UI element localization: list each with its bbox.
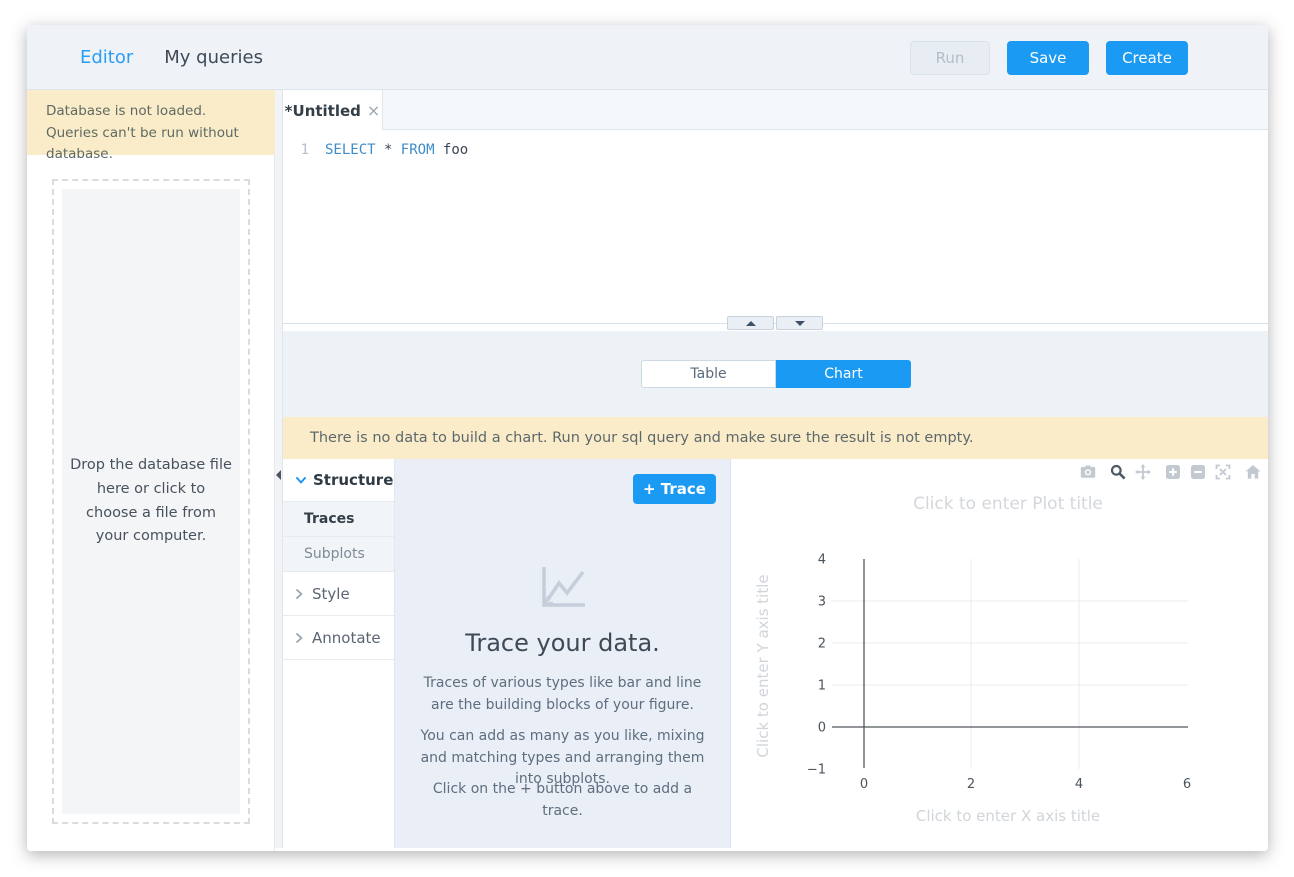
add-trace-button[interactable]: + Trace bbox=[633, 474, 716, 504]
database-dropzone-inner[interactable]: Drop the database file here or click to … bbox=[62, 189, 240, 814]
pan-icon[interactable] bbox=[1135, 464, 1151, 480]
menu-item-annotate[interactable]: Annotate bbox=[283, 616, 394, 660]
svg-text:6: 6 bbox=[1183, 777, 1191, 792]
svg-text:4: 4 bbox=[1075, 777, 1083, 792]
menu-label: Style bbox=[312, 585, 350, 603]
chevron-right-icon bbox=[296, 633, 303, 643]
home-icon[interactable] bbox=[1245, 464, 1261, 480]
zoom-out-icon[interactable] bbox=[1190, 464, 1206, 480]
menu-label: Annotate bbox=[312, 629, 381, 647]
run-button[interactable]: Run bbox=[910, 41, 990, 75]
page: Editor My queries Run Save Create Databa… bbox=[0, 0, 1294, 877]
result-view-toggle: Table Chart bbox=[641, 360, 911, 388]
tab-title: *Untitled bbox=[285, 102, 361, 120]
line-number: 1 bbox=[283, 142, 309, 158]
sql-editor[interactable]: 1 SELECT * FROM foo bbox=[283, 130, 1268, 323]
toggle-chart-button[interactable]: Chart bbox=[776, 360, 911, 388]
sql-keyword: SELECT bbox=[325, 142, 376, 158]
svg-text:3: 3 bbox=[818, 595, 826, 610]
plot-panel: Click to enter Plot title 4 bbox=[731, 459, 1268, 848]
gridlines bbox=[832, 559, 1188, 769]
autoscale-icon[interactable] bbox=[1215, 464, 1231, 480]
y-axis-ticks: 4 3 2 1 0 −1 bbox=[807, 553, 826, 778]
tab-untitled[interactable]: *Untitled × bbox=[283, 90, 383, 131]
svg-text:0: 0 bbox=[818, 721, 826, 736]
main-nav: Editor My queries bbox=[80, 25, 263, 90]
nav-my-queries-link[interactable]: My queries bbox=[164, 47, 263, 68]
zoom-in-icon[interactable] bbox=[1165, 464, 1181, 480]
header: Editor My queries Run Save Create bbox=[27, 25, 1268, 90]
modebar-group bbox=[1080, 464, 1096, 480]
svg-text:−1: −1 bbox=[807, 763, 826, 778]
camera-icon[interactable] bbox=[1080, 464, 1096, 480]
sql-star: * bbox=[384, 142, 392, 158]
tab-close-icon[interactable]: × bbox=[367, 101, 380, 120]
trace-heading: Trace your data. bbox=[395, 629, 730, 657]
save-button[interactable]: Save bbox=[1007, 41, 1089, 75]
dropzone-label: Drop the database file here or click to … bbox=[62, 454, 240, 550]
database-sidebar: Database is not loaded. Queries can't be… bbox=[27, 90, 275, 851]
menu-item-traces[interactable]: Traces bbox=[283, 502, 394, 537]
svg-text:1: 1 bbox=[818, 679, 826, 694]
builder-menu: Structure Traces Subplots Style Annotate bbox=[283, 459, 395, 848]
nav-editor-link[interactable]: Editor bbox=[80, 47, 133, 68]
traces-empty-panel: + Trace Trace your data. Traces of vario… bbox=[395, 459, 731, 848]
collapse-left-icon bbox=[276, 470, 281, 480]
svg-text:4: 4 bbox=[818, 553, 826, 568]
menu-label: Subplots bbox=[304, 546, 365, 562]
app-window: Editor My queries Run Save Create Databa… bbox=[27, 25, 1268, 851]
chevron-down-icon bbox=[296, 477, 306, 484]
plot-title-placeholder[interactable]: Click to enter Plot title bbox=[913, 494, 1103, 514]
code-line: 1 SELECT * FROM foo bbox=[283, 130, 1268, 158]
menu-item-style[interactable]: Style bbox=[283, 572, 394, 616]
result-panel: Table Chart bbox=[283, 331, 1268, 417]
sql-identifier: foo bbox=[443, 142, 468, 158]
y-axis-title-placeholder[interactable]: Click to enter Y axis title bbox=[754, 574, 772, 757]
toggle-table-button[interactable]: Table bbox=[641, 360, 776, 388]
plot-modebar bbox=[1080, 464, 1261, 480]
modebar-group bbox=[1165, 464, 1231, 480]
chart-no-data-warning: There is no data to build a chart. Run y… bbox=[283, 417, 1268, 459]
x-axis-ticks: 0 2 4 6 bbox=[860, 777, 1191, 792]
trace-paragraph: Click on the + button above to add a tra… bbox=[395, 779, 730, 822]
editor-tabbar: *Untitled × bbox=[283, 90, 1268, 130]
expand-editor-button[interactable] bbox=[727, 316, 774, 330]
menu-label: Structure bbox=[313, 471, 393, 489]
menu-label: Traces bbox=[304, 511, 355, 527]
chart-builder: Structure Traces Subplots Style Annotate bbox=[283, 459, 1268, 848]
create-button[interactable]: Create bbox=[1106, 41, 1188, 75]
database-warning: Database is not loaded. Queries can't be… bbox=[27, 90, 275, 155]
modebar-group bbox=[1110, 464, 1151, 480]
expand-results-button[interactable] bbox=[776, 316, 823, 330]
trace-paragraph: Traces of various types like bar and lin… bbox=[395, 673, 730, 716]
zoom-icon[interactable] bbox=[1110, 464, 1126, 480]
x-axis-title-placeholder[interactable]: Click to enter X axis title bbox=[916, 807, 1100, 825]
svg-text:2: 2 bbox=[967, 777, 975, 792]
empty-plot-canvas[interactable]: Click to enter Plot title 4 bbox=[731, 459, 1268, 848]
arrow-down-icon bbox=[795, 321, 805, 326]
arrow-up-icon bbox=[746, 321, 756, 326]
line-chart-icon bbox=[537, 563, 589, 611]
svg-text:2: 2 bbox=[818, 637, 826, 652]
menu-item-subplots[interactable]: Subplots bbox=[283, 537, 394, 572]
sql-keyword: FROM bbox=[401, 142, 435, 158]
chevron-right-icon bbox=[296, 589, 303, 599]
database-dropzone[interactable]: Drop the database file here or click to … bbox=[52, 179, 250, 824]
menu-item-structure[interactable]: Structure bbox=[283, 459, 394, 502]
modebar-group bbox=[1245, 464, 1261, 480]
sidebar-collapse-handle[interactable] bbox=[275, 90, 283, 848]
sql-statement: SELECT * FROM foo bbox=[325, 142, 468, 158]
svg-text:0: 0 bbox=[860, 777, 868, 792]
